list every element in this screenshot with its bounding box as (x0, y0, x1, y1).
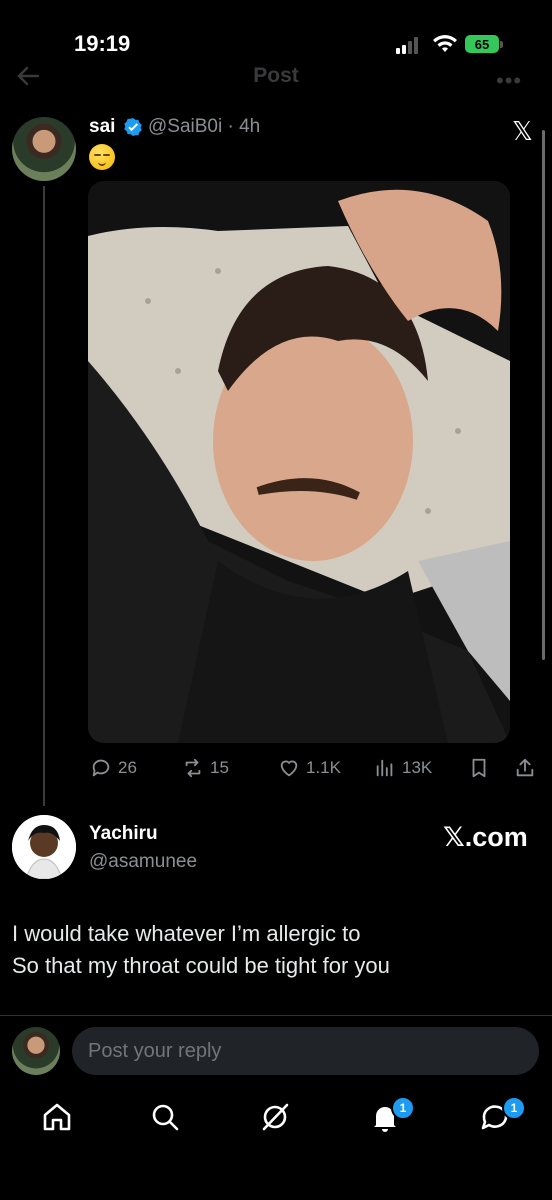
bookmark-icon (472, 758, 486, 778)
messages-badge: 1 (502, 1096, 526, 1120)
repost-icon (185, 758, 201, 778)
share-button[interactable] (514, 756, 536, 780)
reply-icon (92, 759, 110, 777)
notifications-badge: 1 (391, 1096, 415, 1120)
quoted-author-avatar[interactable] (12, 815, 76, 879)
home-icon (43, 1103, 71, 1131)
x-logo-icon: 𝕏 (512, 116, 533, 146)
post-text-line-1: I would take whatever I’m allergic to (12, 921, 361, 946)
post-text: I would take whatever I’m allergic to So… (12, 918, 542, 982)
wifi-icon (432, 34, 458, 54)
page-title: Post (253, 64, 299, 87)
repost-button[interactable]: 15 (182, 756, 229, 780)
heart-icon (280, 760, 298, 777)
reply-input[interactable] (72, 1027, 539, 1075)
cellular-signal-icon (396, 36, 422, 54)
battery-nub (500, 41, 503, 48)
post-photo[interactable] (88, 181, 510, 743)
views-button[interactable]: 13K (374, 756, 432, 780)
share-icon (516, 758, 534, 777)
grok-icon (262, 1103, 289, 1131)
nav-grok[interactable] (258, 1100, 292, 1134)
bookmark-button[interactable] (468, 756, 490, 780)
reply-count: 26 (118, 758, 137, 777)
x-com-watermark: 𝕏.com (443, 822, 528, 852)
author-avatar[interactable] (12, 117, 76, 181)
quoted-author-name[interactable]: Yachiru (89, 823, 158, 845)
battery-icon: 65 (465, 35, 499, 53)
views-count: 13K (402, 758, 433, 777)
more-options-icon[interactable]: ••• (496, 68, 522, 94)
relieved-face-emoji-icon (89, 144, 115, 170)
nav-home[interactable] (40, 1100, 74, 1134)
author-name[interactable]: sai (89, 116, 115, 138)
views-chart-icon (376, 759, 393, 777)
quoted-author-handle[interactable]: @asamunee (89, 851, 197, 873)
thread-line (43, 186, 45, 806)
like-count: 1.1K (306, 758, 341, 777)
search-icon (152, 1104, 179, 1131)
like-button[interactable]: 1.1K (278, 756, 341, 780)
author-handle-time[interactable]: @SaiB0i · 4h (148, 116, 260, 138)
verified-badge-icon (123, 117, 143, 137)
repost-count: 15 (210, 758, 229, 777)
divider (0, 1015, 552, 1016)
my-avatar[interactable] (12, 1027, 60, 1075)
post-text-line-2: So that my throat could be tight for you (12, 953, 390, 978)
scrollbar[interactable] (542, 130, 545, 660)
status-time: 19:19 (74, 31, 131, 56)
reply-button[interactable]: 26 (90, 756, 137, 780)
nav-search[interactable] (148, 1100, 182, 1134)
